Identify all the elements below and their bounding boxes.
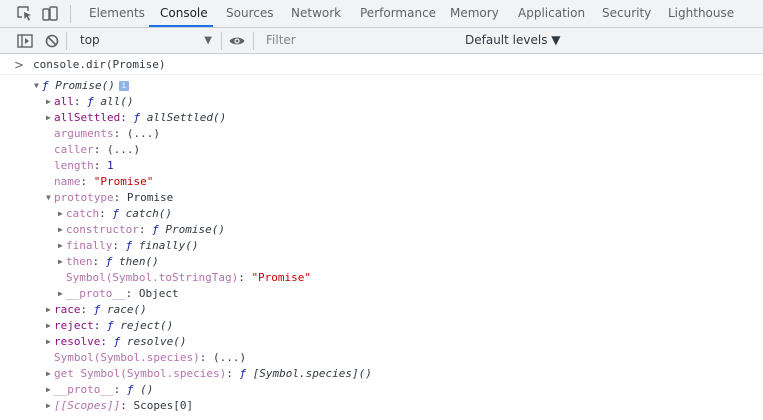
tab-network[interactable]: Network xyxy=(291,0,341,27)
log-levels-dropdown[interactable]: Default levels ▼ xyxy=(465,31,561,50)
tree-item-then[interactable]: ▶ then: ƒ then() xyxy=(58,254,159,270)
tree-item-name: name: "Promise" xyxy=(54,175,154,188)
tree-item-scopes[interactable]: ▶ [[Scopes]]: Scopes[0] xyxy=(46,398,193,414)
tree-item-tostringtag: Symbol(Symbol.toStringTag): "Promise" xyxy=(66,271,312,284)
tree-item-prototype[interactable]: ▼ prototype: Promise xyxy=(46,190,173,206)
tree-root[interactable]: ▼ ƒ Promise() i xyxy=(34,78,129,94)
collapse-triangle-icon[interactable]: ▶ xyxy=(46,366,54,382)
tree-item-catch[interactable]: ▶ catch: ƒ catch() xyxy=(58,206,172,222)
tree-item-caller[interactable]: caller: (...) xyxy=(46,142,140,158)
toolbar-separator xyxy=(253,32,254,50)
collapse-triangle-icon[interactable]: ▶ xyxy=(58,238,66,254)
console-toolbar: top ▼ Filter Default levels ▼ xyxy=(0,28,763,54)
clear-console-icon[interactable] xyxy=(43,32,61,50)
tree-item-proto[interactable]: ▶ __proto__: ƒ () xyxy=(46,382,153,398)
tab-sources[interactable]: Sources xyxy=(226,0,273,27)
collapse-triangle-icon[interactable]: ▶ xyxy=(46,318,54,334)
filter-input[interactable]: Filter xyxy=(260,31,450,50)
active-tab-indicator xyxy=(149,25,213,27)
prompt-chevron-icon: > xyxy=(14,58,25,72)
console-command-row: > console.dir(Promise) xyxy=(0,55,763,75)
tree-item-finally[interactable]: ▶ finally: ƒ finally() xyxy=(58,238,198,254)
tab-memory[interactable]: Memory xyxy=(450,0,499,27)
tree-item-length: length: 1 xyxy=(54,159,114,172)
tab-application[interactable]: Application xyxy=(518,0,585,27)
collapse-triangle-icon[interactable]: ▶ xyxy=(46,94,54,110)
tab-lighthouse[interactable]: Lighthouse xyxy=(668,0,734,27)
tree-item-get-species[interactable]: ▶ get Symbol(Symbol.species): ƒ [Symbol.s… xyxy=(46,366,372,382)
tree-item-species[interactable]: Symbol(Symbol.species): (...) xyxy=(46,350,246,366)
tree-item-race[interactable]: ▶ race: ƒ race() xyxy=(46,302,147,318)
collapse-triangle-icon[interactable]: ▶ xyxy=(58,286,66,302)
collapse-triangle-icon[interactable]: ▶ xyxy=(58,222,66,238)
tab-console[interactable]: Console xyxy=(160,0,208,27)
collapse-triangle-icon[interactable]: ▶ xyxy=(46,398,54,414)
console-sidebar-icon[interactable] xyxy=(16,32,34,50)
tree-item-proto-inner[interactable]: ▶ __proto__: Object xyxy=(58,286,179,302)
collapse-triangle-icon[interactable]: ▶ xyxy=(46,302,54,318)
tree-item-resolve[interactable]: ▶ resolve: ƒ resolve() xyxy=(46,334,186,350)
live-expression-eye-icon[interactable] xyxy=(228,32,246,50)
tab-security[interactable]: Security xyxy=(602,0,651,27)
collapse-triangle-icon[interactable]: ▶ xyxy=(58,206,66,222)
dropdown-arrow-icon: ▼ xyxy=(204,35,212,46)
tree-item-constructor[interactable]: ▶ constructor: ƒ Promise() xyxy=(58,222,225,238)
collapse-triangle-icon[interactable]: ▶ xyxy=(58,254,66,270)
tree-item-arguments[interactable]: arguments: (...) xyxy=(46,126,160,142)
expand-triangle-icon[interactable]: ▼ xyxy=(46,190,54,206)
device-toolbar-icon[interactable] xyxy=(41,5,59,23)
context-selector[interactable]: top ▼ xyxy=(74,31,218,50)
tree-item-reject[interactable]: ▶ reject: ƒ reject() xyxy=(46,318,173,334)
collapse-triangle-icon[interactable]: ▶ xyxy=(46,334,54,350)
collapse-triangle-icon[interactable]: ▶ xyxy=(46,382,54,398)
collapse-triangle-icon[interactable]: ▶ xyxy=(46,110,54,126)
context-selector-value: top xyxy=(80,33,100,47)
info-icon[interactable]: i xyxy=(118,81,129,91)
tree-item-all[interactable]: ▶ all: ƒ all() xyxy=(46,94,134,110)
tree-item-allsettled[interactable]: ▶ allSettled: ƒ allSettled() xyxy=(46,110,226,126)
toolbar-separator xyxy=(66,32,67,50)
tabbar-separator xyxy=(70,5,71,23)
inspect-element-icon[interactable] xyxy=(16,5,34,23)
console-output: > console.dir(Promise) ▼ ƒ Promise() i ▶ al… xyxy=(0,55,763,420)
expand-triangle-icon[interactable]: ▼ xyxy=(34,78,42,94)
devtools-tabbar: Elements Console Sources Network Perform… xyxy=(0,0,763,28)
tab-elements[interactable]: Elements xyxy=(89,0,145,27)
toolbar-separator xyxy=(221,32,222,50)
console-command: console.dir(Promise) xyxy=(33,58,166,71)
tab-performance[interactable]: Performance xyxy=(360,0,436,27)
